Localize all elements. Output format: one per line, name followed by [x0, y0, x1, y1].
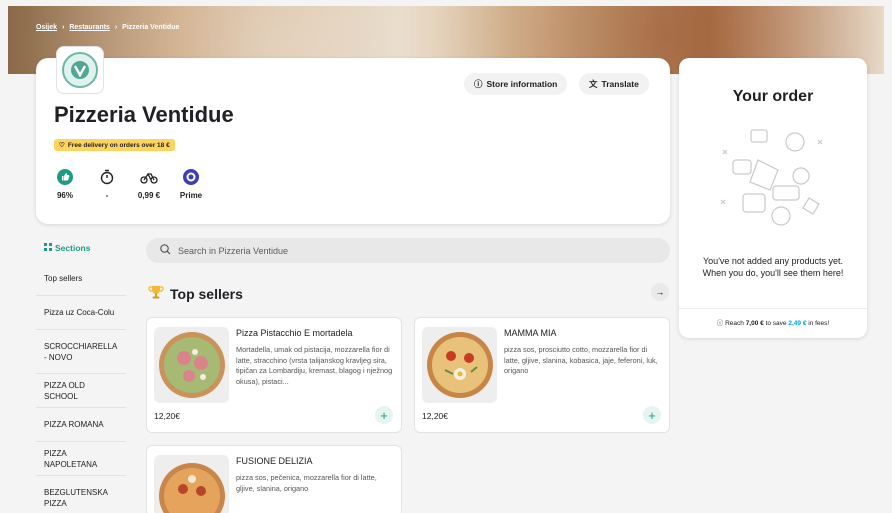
breadcrumb-osijek[interactable]: Osijek — [36, 24, 57, 31]
arrow-right-icon: → — [655, 287, 665, 297]
product-card-fusione-delizia[interactable]: FUSIONE DELIZIA pizza sos, pečenica, moz… — [146, 445, 402, 513]
breadcrumb-current: Pizzeria Ventidue — [122, 24, 180, 31]
order-title: Your order — [732, 88, 814, 105]
logo-v-icon — [71, 61, 89, 79]
sidebar-sections: Top sellers Pizza uz Coca-Colu SCROCCHIA… — [36, 262, 126, 513]
stat-rating[interactable]: 96% — [54, 168, 76, 200]
store-header-card: Pizzeria Ventidue ♡ Free delivery on ord… — [36, 46, 670, 224]
empty-basket-illustration-icon — [720, 129, 823, 226]
sidebar-item-scrocchiarella[interactable]: SCROCCHIARELLA - NOVO — [36, 330, 126, 374]
sidebar-item-pizza-napoletana[interactable]: PIZZA NAPOLETANA — [36, 442, 126, 476]
pizza-image-icon — [426, 332, 493, 398]
trophy-icon — [148, 284, 164, 303]
stat-delivery-fee-value: 0,99 € — [137, 191, 161, 200]
product-name: Pizza Pistacchio E mortadela — [236, 328, 353, 338]
plus-icon: + — [648, 407, 656, 423]
sidebar-item-pizza-old-school[interactable]: PIZZA OLD SCHOOL — [36, 374, 126, 408]
tag-icon: ♡ — [59, 142, 65, 149]
reach-middle: to save — [765, 320, 787, 327]
translate-label: Translate — [601, 79, 639, 89]
reach-save-amount: 2,49 € — [788, 320, 807, 327]
free-delivery-badge: ♡ Free delivery on orders over 18 € — [54, 139, 175, 151]
grid-icon — [44, 243, 52, 253]
stat-time-value: - — [105, 191, 109, 200]
info-icon: ⓘ — [716, 320, 724, 327]
order-empty-message: You've not added any products yet. When … — [702, 256, 844, 278]
sections-heading: Sections — [44, 243, 90, 253]
prime-icon — [182, 168, 200, 186]
store-stats: 96% - 0,99 € Prime — [54, 168, 202, 200]
breadcrumb-separator: › — [114, 24, 118, 31]
product-name: FUSIONE DELIZIA — [236, 456, 313, 466]
plus-icon: + — [380, 407, 388, 423]
product-description: Mortadella, umak od pistacija, mozzarell… — [236, 345, 393, 386]
search-icon — [160, 242, 171, 260]
free-delivery-text: Free delivery on orders over 18 € — [67, 141, 170, 149]
reach-suffix: in fees! — [808, 320, 830, 327]
reach-amount: 7,00 € — [745, 320, 764, 327]
product-description: pizza sos, pečenica, mozzarella fior di … — [236, 473, 377, 493]
section-title-text: Top sellers — [170, 285, 243, 302]
reach-prefix: Reach — [725, 320, 744, 327]
store-information-button[interactable]: ⓘ Store information — [464, 73, 568, 95]
sidebar-item-bezglutenska-pizza[interactable]: BEZGLUTENSKA PIZZA — [36, 476, 126, 513]
product-image — [422, 327, 497, 403]
product-image — [154, 455, 229, 513]
bike-icon — [140, 168, 158, 186]
breadcrumb-restaurants[interactable]: Restaurants — [69, 24, 109, 31]
timer-icon — [98, 168, 116, 186]
product-card-mamma-mia[interactable]: MAMMA MIA pizza sos, prosciutto cotto, m… — [414, 317, 670, 433]
breadcrumb-separator: › — [62, 24, 65, 31]
sidebar-item-pizza-romana[interactable]: PIZZA ROMANA — [36, 408, 126, 442]
sidebar-item-top-sellers[interactable]: Top sellers — [36, 262, 126, 296]
logo-emblem — [62, 52, 98, 88]
stat-time: - — [96, 168, 118, 200]
translate-button[interactable]: 文 Translate — [579, 73, 649, 95]
pizza-image-icon — [158, 332, 225, 398]
stat-prime[interactable]: Prime — [180, 168, 202, 200]
info-icon: ⓘ — [474, 79, 483, 89]
store-title: Pizzeria Ventidue — [54, 102, 234, 127]
product-name: MAMMA MIA — [504, 328, 557, 338]
breadcrumb: Osijek › Restaurants › Pizzeria Ventidue — [36, 24, 179, 31]
sidebar-item-pizza-uz-coca-colu[interactable]: Pizza uz Coca-Colu — [36, 296, 126, 330]
pizza-image-icon — [158, 463, 225, 513]
search-input[interactable] — [178, 245, 578, 256]
order-divider — [679, 308, 867, 309]
scroll-right-button[interactable]: → — [651, 283, 669, 301]
thumbs-up-icon — [56, 168, 74, 186]
order-panel: Your order You've not added any products… — [679, 58, 867, 338]
store-logo — [56, 46, 104, 94]
product-price: 12,20€ — [154, 411, 180, 421]
stat-delivery-fee[interactable]: 0,99 € — [138, 168, 160, 200]
section-heading: Top sellers — [148, 284, 243, 303]
translate-icon: 文 — [589, 79, 598, 89]
search-bar — [146, 238, 670, 263]
order-reach-message: ⓘ Reach 7,00 € to save 2,49 € in fees! — [679, 317, 867, 327]
add-to-order-button[interactable]: + — [375, 406, 393, 424]
product-card-pistacchio[interactable]: Pizza Pistacchio E mortadela Mortadella,… — [146, 317, 402, 433]
product-image — [154, 327, 229, 403]
product-description: pizza sos, prosciutto cotto, mozzarella … — [504, 345, 658, 376]
stat-prime-value: Prime — [179, 191, 203, 200]
stat-rating-value: 96% — [56, 191, 73, 200]
product-price: 12,20€ — [422, 411, 448, 421]
add-to-order-button[interactable]: + — [643, 406, 661, 424]
sections-title: Sections — [55, 243, 91, 253]
store-information-label: Store information — [486, 79, 558, 89]
